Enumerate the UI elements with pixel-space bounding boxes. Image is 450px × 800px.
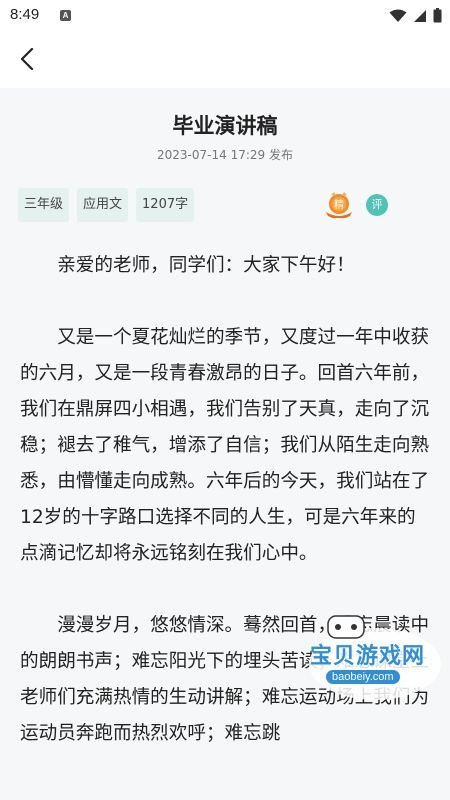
paragraph: 亲爱的老师，同学们：大家下午好！ — [57, 255, 355, 276]
tag-word-count: 1207字 — [136, 188, 195, 222]
wifi-icon — [389, 9, 407, 22]
article-title: 毕业演讲稿 — [172, 114, 278, 138]
tag-list: 三年级 应用文 1207字 — [18, 188, 195, 222]
signal-icon — [414, 9, 426, 22]
featured-badge-icon: 精 — [326, 192, 352, 218]
top-app-bar — [0, 32, 450, 88]
tag-type[interactable]: 应用文 — [77, 188, 129, 222]
status-time: 8:49 — [10, 6, 40, 23]
battery-icon — [433, 8, 442, 23]
chevron-left-icon — [20, 48, 34, 70]
article-meta: 2023-07-14 17:29 发布 — [157, 148, 293, 162]
notification-icon: A — [60, 10, 71, 21]
back-button[interactable] — [12, 44, 42, 74]
tag-grade[interactable]: 三年级 — [18, 188, 70, 222]
watermark-text: 宝贝游戏网 — [310, 644, 426, 669]
featured-badge-label: 精 — [334, 198, 344, 211]
watermark-url: baobeiy.com — [326, 670, 400, 684]
status-icons — [389, 8, 442, 23]
watermark: 宝贝游戏网 baobeiy.com — [300, 602, 450, 712]
status-bar: 8:49 A — [0, 0, 450, 32]
paragraph: 又是一个夏花灿烂的季节，又度过一年中收获的六月，又是一段青春激昂的日子。回首六年… — [20, 327, 430, 564]
review-badge-icon: 评 — [366, 194, 388, 216]
